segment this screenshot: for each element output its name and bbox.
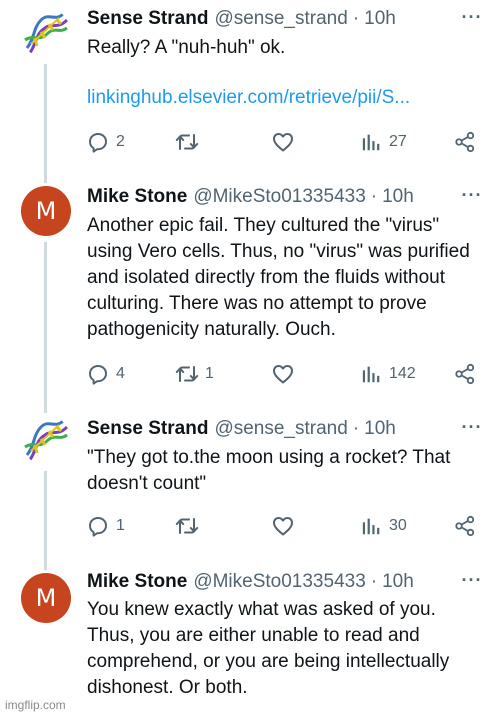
timestamp[interactable]: 10h [364,418,396,440]
tweet-header: Sense Strand @sense_strand · 10h [87,417,480,441]
tweet[interactable]: M Mike Stone @MikeSto01335433 · 10h ··· … [0,175,500,407]
separator: · [352,418,360,439]
avatar[interactable] [21,415,71,465]
heart-icon [271,514,295,538]
more-options-icon[interactable]: ··· [460,8,484,31]
tweet-text: You knew exactly what was asked of you. … [87,599,450,698]
dna-helix-logo-icon [21,415,71,465]
share-button[interactable] [454,514,476,538]
display-name[interactable]: Mike Stone [87,186,187,208]
share-icon [454,363,476,385]
heart-icon [271,362,295,386]
dna-helix-logo-icon [21,8,71,58]
share-icon [454,515,476,537]
views-count: 30 [389,517,407,534]
share-icon [454,131,476,153]
separator: · [370,186,378,207]
views-bar-chart-icon [361,363,383,385]
tweet[interactable]: M Mike Stone @MikeSto01335433 · 10h ··· … [0,562,500,716]
user-handle[interactable]: @sense_strand [214,8,347,30]
retweet-button[interactable] [175,514,199,538]
thread-connector-line [44,471,47,562]
avatar[interactable]: M [21,573,71,623]
conversation-thread: Sense Strand @sense_strand · 10h ··· Rea… [0,0,500,716]
tweet[interactable]: Sense Strand @sense_strand · 10h ··· "Th… [0,407,500,562]
tweet[interactable]: Sense Strand @sense_strand · 10h ··· Rea… [0,0,500,175]
timestamp[interactable]: 10h [364,8,396,30]
views-count: 27 [389,133,407,150]
tweet-header: Sense Strand @sense_strand · 10h [87,7,480,31]
views-button[interactable]: 27 [361,130,407,154]
thread-connector-line [44,175,47,183]
views-bar-chart-icon [361,515,383,537]
views-button[interactable]: 30 [361,514,407,538]
more-options-icon[interactable]: ··· [460,418,484,441]
retweet-icon [175,514,199,538]
user-handle[interactable]: @MikeSto01335433 [193,571,365,593]
reply-icon [86,514,110,538]
tweet-text: Another epic fail. They cultured the "vi… [87,215,470,340]
like-button[interactable] [271,514,295,538]
reply-icon [86,130,110,154]
separator: · [370,571,378,592]
share-button[interactable] [454,130,476,154]
separator: · [352,8,360,29]
tweet-header: Mike Stone @MikeSto01335433 · 10h [87,570,480,594]
tweet-text: "They got to.the moon using a rocket? Th… [87,447,451,494]
thread-connector-line [44,64,47,175]
retweet-icon [175,130,199,154]
reply-button[interactable]: 1 [86,514,125,538]
reply-count: 1 [116,517,125,534]
like-button[interactable] [271,130,295,154]
tweet-text: Really? A "nuh-huh" ok. [87,37,286,58]
tweet-header: Mike Stone @MikeSto01335433 · 10h [87,185,480,209]
retweet-button[interactable] [175,130,199,154]
views-button[interactable]: 142 [361,362,416,386]
share-button[interactable] [454,362,476,386]
display-name[interactable]: Mike Stone [87,571,187,593]
display-name[interactable]: Sense Strand [87,418,208,440]
reply-button[interactable]: 2 [86,130,125,154]
reply-count: 4 [116,365,125,382]
thread-connector-line [44,562,47,570]
display-name[interactable]: Sense Strand [87,8,208,30]
more-options-icon[interactable]: ··· [460,571,484,594]
avatar[interactable]: M [21,186,71,236]
timestamp[interactable]: 10h [382,186,414,208]
retweet-count: 1 [205,365,214,382]
reply-button[interactable]: 4 [86,362,125,386]
imgflip-watermark: imgflip.com [5,698,66,712]
views-count: 142 [389,365,416,382]
retweet-button[interactable]: 1 [175,362,214,386]
views-bar-chart-icon [361,131,383,153]
thread-connector-line [44,407,47,413]
retweet-icon [175,362,199,386]
like-button[interactable] [271,362,295,386]
timestamp[interactable]: 10h [382,571,414,593]
avatar[interactable] [21,8,71,58]
thread-connector-line [44,242,47,407]
heart-icon [271,130,295,154]
reply-count: 2 [116,133,125,150]
more-options-icon[interactable]: ··· [460,186,484,209]
user-handle[interactable]: @sense_strand [214,418,347,440]
reply-icon [86,362,110,386]
user-handle[interactable]: @MikeSto01335433 [193,186,365,208]
tweet-link[interactable]: linkinghub.elsevier.com/retrieve/pii/S..… [87,87,410,109]
